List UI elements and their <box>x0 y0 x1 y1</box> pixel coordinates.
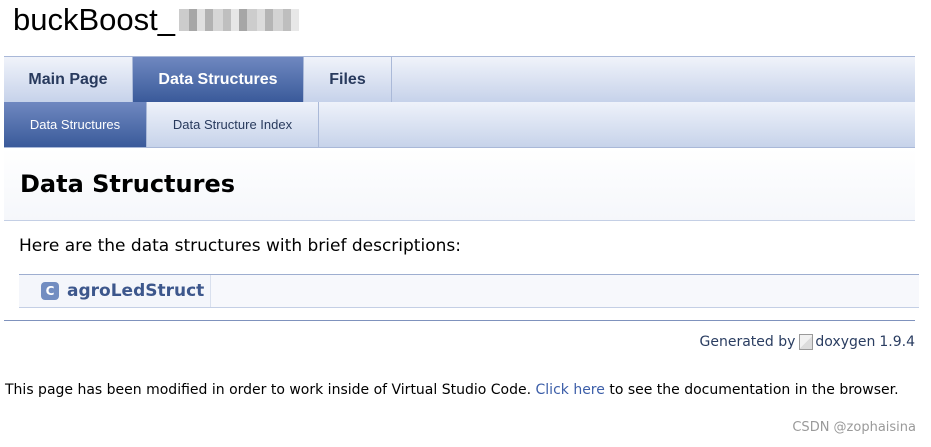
project-title: buckBoost_ <box>13 2 299 38</box>
tab-files-label: Files <box>329 70 366 88</box>
notice-text-before: This page has been modified in order to … <box>5 382 532 398</box>
structures-table: C agroLedStruct <box>19 274 919 308</box>
tab-data-structures-label: Data Structures <box>158 70 278 88</box>
tab-data-structures[interactable]: Data Structures <box>133 57 304 102</box>
page-description: Here are the data structures with brief … <box>19 236 461 256</box>
click-here-link[interactable]: Click here <box>536 382 605 398</box>
generated-by: Generated by doxygen 1.9.4 <box>699 334 915 350</box>
tab-files[interactable]: Files <box>304 57 392 102</box>
doxygen-logo-link[interactable]: doxygen <box>799 334 875 350</box>
page-title: Data Structures <box>20 170 236 198</box>
tab-main-page-label: Main Page <box>28 70 108 88</box>
redacted-pixelated-icon <box>179 9 299 31</box>
csdn-watermark: CSDN @zophaisina <box>792 420 916 435</box>
sub-nav-tabs: Data Structures Data Structure Index <box>4 102 915 148</box>
class-c-icon: C <box>41 282 59 300</box>
subtab-data-structure-index[interactable]: Data Structure Index <box>147 102 319 147</box>
subtab-data-structures[interactable]: Data Structures <box>4 102 147 147</box>
tab-main-page[interactable]: Main Page <box>4 57 133 102</box>
broken-image-icon <box>799 334 814 350</box>
generated-by-label: Generated by <box>699 334 796 350</box>
subtab-data-structure-index-label: Data Structure Index <box>172 117 293 132</box>
subtab-data-structures-label: Data Structures <box>29 117 121 132</box>
footer-divider <box>4 320 915 321</box>
table-row: C agroLedStruct <box>19 275 212 307</box>
main-nav-tabs: Main Page Data Structures Files <box>4 56 915 103</box>
doxygen-version: 1.9.4 <box>879 334 915 350</box>
page-header: Data Structures <box>4 148 915 221</box>
vscode-notice: This page has been modified in order to … <box>5 382 899 398</box>
project-title-text: buckBoost_ <box>13 2 175 37</box>
doxygen-page: buckBoost_ Main Page Data Structures Fil… <box>0 0 931 447</box>
notice-text-after: to see the documentation in the browser. <box>609 382 899 398</box>
struct-link-agroledstruct[interactable]: agroLedStruct <box>67 281 204 301</box>
doxygen-logo-alt: doxygen <box>815 334 876 350</box>
